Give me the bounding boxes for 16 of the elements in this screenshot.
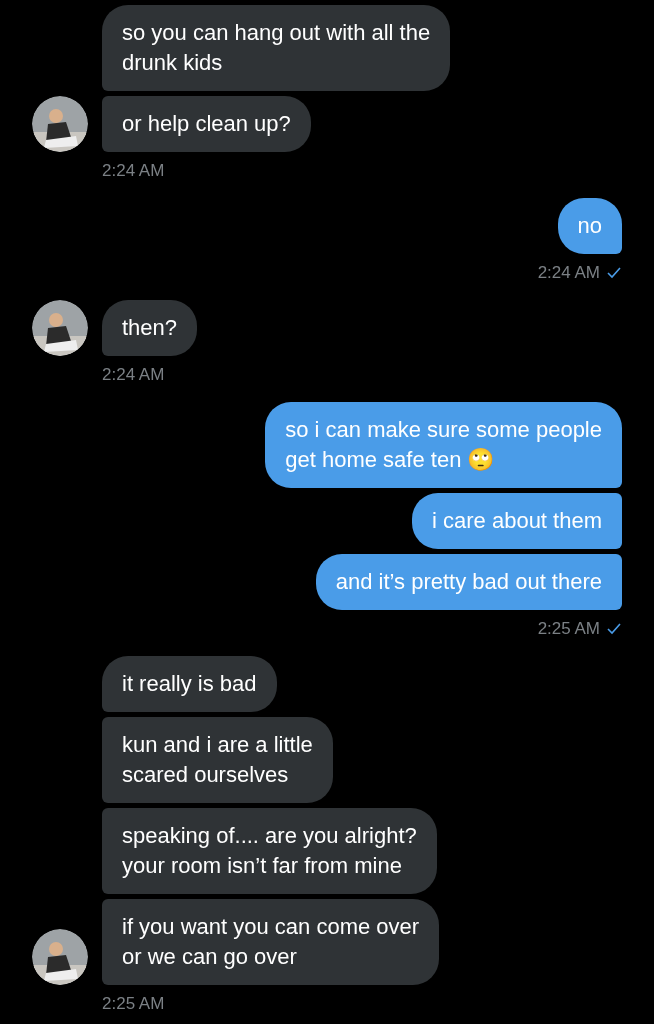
message-bubble: so you can hang out with all the drunk kids	[102, 5, 451, 91]
message-bubble: and it’s pretty bad out there	[315, 554, 622, 610]
message-time: 2:24 AM	[102, 364, 165, 386]
message-bubble: so i can make sure some people get home safe ten 🙄	[265, 402, 622, 488]
message-time: 2:24 AM	[537, 262, 600, 284]
message-time: 2:24 AM	[102, 160, 165, 182]
message-bubble: speaking of.... are you alright? your room isn’t far from mine	[102, 808, 437, 894]
message-bubble: i care about them	[412, 493, 622, 549]
message-bubble: kun and i are a little scared ourselves	[102, 717, 333, 803]
message-time: 2:25 AM	[102, 993, 165, 1015]
message-bubble: if you want you can come over or we can go over	[102, 899, 440, 985]
message-time: 2:25 AM	[537, 618, 600, 640]
message-bubble: no	[557, 198, 622, 254]
message-bubble: it really is bad	[102, 656, 277, 712]
message-bubble: or help clean up?	[102, 96, 311, 152]
message-bubble: then?	[102, 300, 198, 356]
